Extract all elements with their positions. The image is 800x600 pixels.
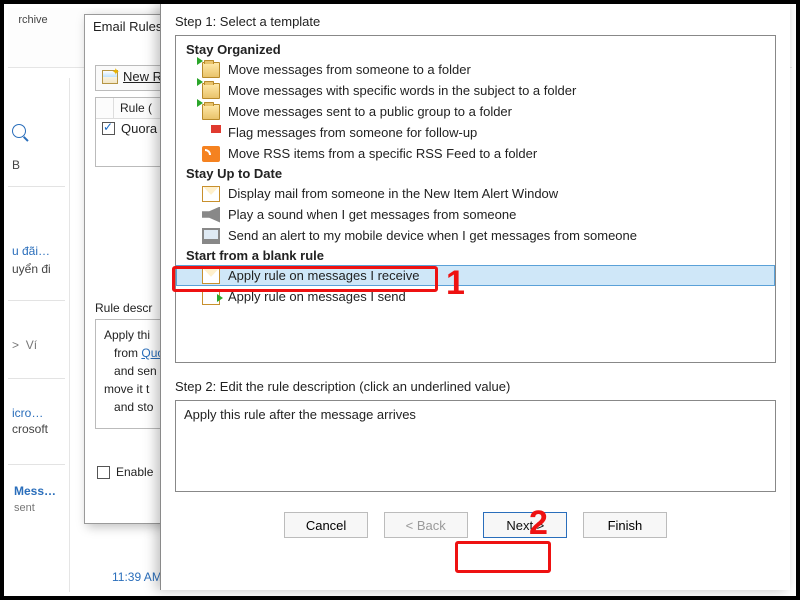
enable-rules-row[interactable]: Enable bbox=[97, 465, 153, 479]
tmpl-label: Flag messages from someone for follow-up bbox=[228, 125, 477, 140]
tmpl-move-public[interactable]: Move messages sent to a public group to … bbox=[176, 101, 775, 122]
folder-pane: B u đãi… uyển đi > Ví icro… crosoft bbox=[8, 78, 70, 592]
tmpl-display-alert[interactable]: Display mail from someone in the New Ite… bbox=[176, 183, 775, 204]
tmpl-label: Send an alert to my mobile device when I… bbox=[228, 228, 637, 243]
rule-row-label: Quora bbox=[121, 121, 157, 136]
phone-icon bbox=[202, 228, 220, 244]
step2-label: Step 2: Edit the rule description (click… bbox=[175, 379, 776, 394]
tmpl-label: Move messages from someone to a folder bbox=[228, 62, 471, 77]
tmpl-label: Move messages sent to a public group to … bbox=[228, 104, 512, 119]
mail-alert-icon bbox=[202, 186, 220, 202]
timestamp: 11:39 AM bbox=[112, 570, 162, 584]
desc2-text: Apply this rule after the message arrive… bbox=[184, 407, 416, 422]
search-icon[interactable] bbox=[12, 124, 26, 138]
tmpl-move-from[interactable]: Move messages from someone to a folder bbox=[176, 59, 775, 80]
tmpl-label: Play a sound when I get messages from so… bbox=[228, 207, 516, 222]
group-stay-up: Stay Up to Date bbox=[176, 164, 775, 183]
tmpl-label: Move messages with specific words in the… bbox=[228, 83, 576, 98]
sidebar-folder-uyendi[interactable]: uyển đi bbox=[12, 262, 65, 276]
speaker-icon bbox=[202, 207, 220, 223]
folder-move-icon bbox=[202, 83, 220, 99]
folder-move-icon bbox=[202, 62, 220, 78]
sidebar-micro-label: crosoft bbox=[12, 422, 65, 436]
sidebar-micro-link[interactable]: icro… bbox=[12, 406, 65, 420]
sidebar-message-link[interactable]: Mess… bbox=[14, 484, 56, 498]
tmpl-flag[interactable]: Flag messages from someone for follow-up bbox=[176, 122, 775, 143]
archive-button[interactable]: rchive bbox=[8, 14, 58, 26]
rule-row-checkbox[interactable] bbox=[102, 122, 115, 135]
rules-dialog-title: Email Rules bbox=[93, 19, 162, 34]
enable-label: Enable bbox=[116, 465, 153, 479]
tmpl-move-subject[interactable]: Move messages with specific words in the… bbox=[176, 80, 775, 101]
rule-description-label: Rule descr bbox=[95, 301, 152, 315]
step1-label: Step 1: Select a template bbox=[175, 14, 776, 29]
tmpl-label: Display mail from someone in the New Ite… bbox=[228, 186, 558, 201]
b-label: B bbox=[12, 158, 65, 172]
mail-out-icon bbox=[202, 289, 220, 305]
rss-icon bbox=[202, 146, 220, 162]
template-list[interactable]: Stay Organized Move messages from someon… bbox=[175, 35, 776, 363]
rules-wizard: Step 1: Select a template Stay Organized… bbox=[160, 4, 790, 590]
cancel-button[interactable]: Cancel bbox=[284, 512, 368, 538]
group-stay-organized: Stay Organized bbox=[176, 40, 775, 59]
tmpl-apply-send[interactable]: Apply rule on messages I send bbox=[176, 286, 775, 307]
tmpl-send-mobile[interactable]: Send an alert to my mobile device when I… bbox=[176, 225, 775, 246]
tmpl-label: Apply rule on messages I receive bbox=[228, 268, 419, 283]
sidebar-folder-uudai[interactable]: u đãi… bbox=[12, 244, 65, 258]
new-rule-icon: ✦ bbox=[102, 70, 118, 84]
tmpl-move-rss[interactable]: Move RSS items from a specific RSS Feed … bbox=[176, 143, 775, 164]
tmpl-play-sound[interactable]: Play a sound when I get messages from so… bbox=[176, 204, 775, 225]
group-blank: Start from a blank rule bbox=[176, 246, 775, 265]
wizard-buttons: Cancel < Back Next > Finish bbox=[175, 512, 776, 538]
folder-move-icon bbox=[202, 104, 220, 120]
mail-in-icon bbox=[202, 268, 220, 284]
rule-description-preview[interactable]: Apply this rule after the message arrive… bbox=[175, 400, 776, 492]
enable-checkbox[interactable] bbox=[97, 466, 110, 479]
tmpl-label: Apply rule on messages I send bbox=[228, 289, 406, 304]
new-rule-button[interactable]: ✦ New R bbox=[102, 69, 162, 84]
next-button[interactable]: Next > bbox=[483, 512, 567, 538]
new-rule-label: New R bbox=[123, 69, 162, 84]
sidebar-caret[interactable]: > Ví bbox=[12, 338, 65, 352]
tmpl-label: Move RSS items from a specific RSS Feed … bbox=[228, 146, 537, 161]
finish-button[interactable]: Finish bbox=[583, 512, 667, 538]
tmpl-apply-receive[interactable]: Apply rule on messages I receive bbox=[176, 265, 775, 286]
back-button: < Back bbox=[384, 512, 468, 538]
sidebar-sent-label: sent bbox=[14, 502, 35, 514]
